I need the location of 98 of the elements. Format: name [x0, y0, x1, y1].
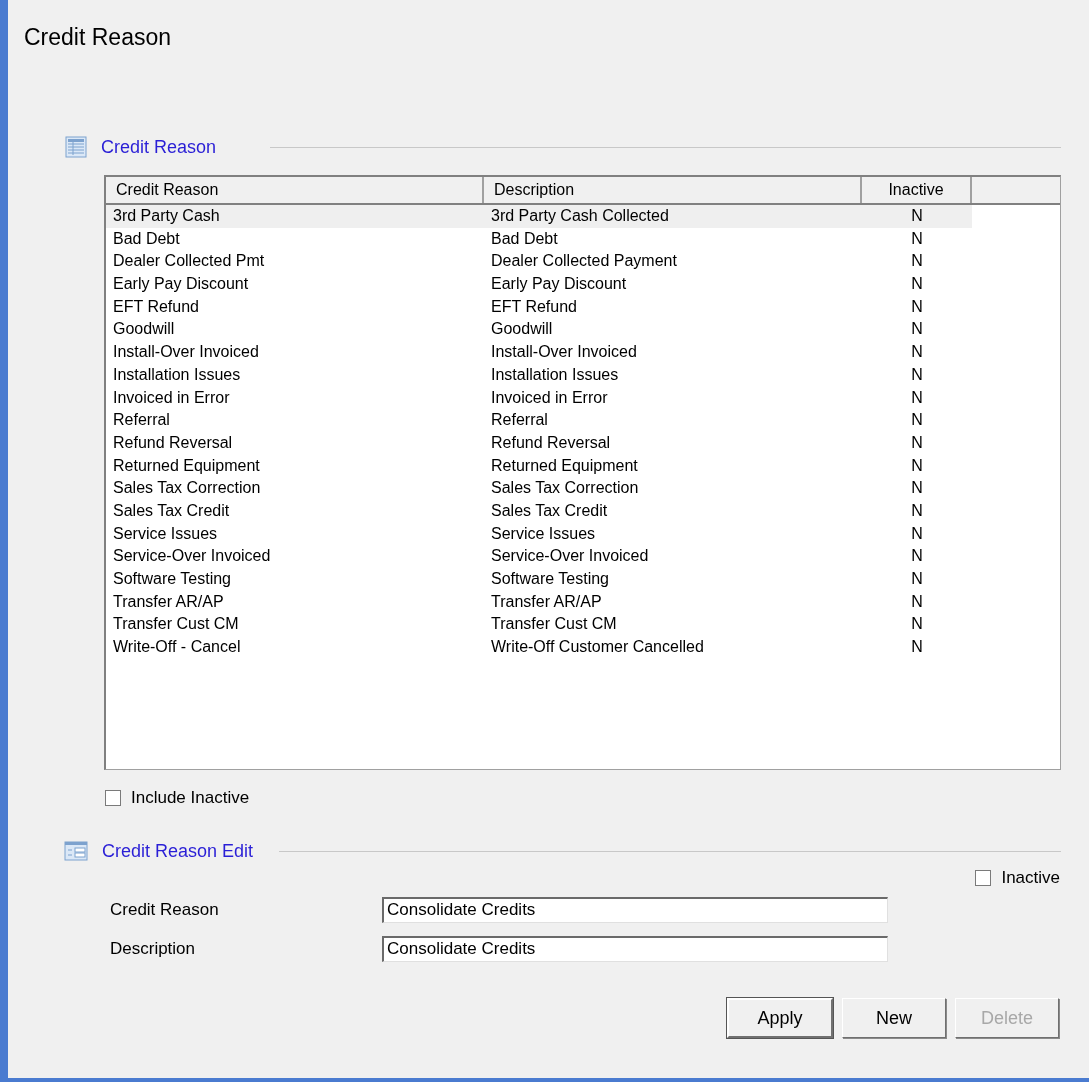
table-cell-text: N [910, 251, 924, 272]
table-cell-text: Early Pay Discount [112, 274, 250, 295]
form-icon [64, 841, 88, 861]
table-row[interactable]: Referral Referral N [106, 409, 972, 432]
table-cell-text: Sales Tax Correction [490, 478, 640, 499]
table-cell-text: Sales Tax Credit [490, 500, 609, 521]
table-cell-text: N [910, 569, 924, 589]
table-cell-text: Transfer Cust CM [490, 614, 618, 635]
table-cell-text: Sales Tax Credit [112, 500, 231, 521]
table-cell-text: N [910, 410, 924, 431]
table-cell-text: Returned Equipment [112, 455, 261, 476]
table-cell-text: Service Issues [490, 523, 597, 544]
table-cell-text: N [910, 387, 924, 408]
table-row[interactable]: EFT Refund EFT Refund N [106, 295, 972, 319]
table-cell-text: N [910, 500, 924, 521]
table-cell-text: Installation Issues [112, 364, 242, 385]
table-cell-text: N [910, 637, 924, 658]
input-field[interactable]: Consolidate Credits [382, 896, 888, 923]
table-cell-text: N [910, 614, 924, 635]
table-row[interactable]: Install-Over Invoiced Install-Over Invoiced N [106, 341, 972, 364]
table-cell-text: Bad Debt [490, 228, 559, 249]
table-row[interactable]: Installation Issues Installation Issues N [106, 363, 972, 387]
input-field[interactable]: Consolidate Credits [382, 935, 888, 962]
table-cell-text: Dealer Collected Pmt [112, 251, 266, 272]
table-row[interactable]: Sales Tax Credit Sales Tax Credit N [106, 499, 972, 523]
table-cell-text: Service-Over Invoiced [112, 546, 272, 567]
table-cell-text: Software Testing [490, 569, 610, 589]
table-row[interactable]: Invoiced in Error Invoiced in Error N [106, 386, 972, 410]
table-row[interactable]: Goodwill Goodwill N [106, 318, 972, 342]
table-cell-text: Service Issues [112, 523, 219, 544]
table-cell-text: N [910, 228, 924, 249]
table-cell-text: N [910, 342, 924, 363]
column-header[interactable]: Credit Reason [106, 177, 484, 203]
table-cell-text: EFT Refund [490, 296, 578, 317]
window-title: Credit Reason [24, 24, 173, 52]
section-title: Credit Reason Edit [102, 840, 254, 862]
table-icon [65, 136, 87, 158]
table-cell-text: N [910, 319, 924, 340]
table-cell-text: N [910, 523, 924, 544]
table-cell-text: Bad Debt [112, 228, 181, 249]
table-cell-text: Write-Off - Cancel [112, 637, 242, 658]
table-cell-text: Returned Equipment [490, 455, 639, 476]
table-row[interactable]: Transfer Cust CM Transfer Cust CM N [106, 613, 972, 637]
field-label: Description [109, 938, 197, 959]
table-row[interactable]: Early Pay Discount Early Pay Discount N [106, 273, 972, 296]
table-row[interactable]: Bad Debt Bad Debt N [106, 227, 972, 251]
table-cell-text: Service-Over Invoiced [490, 546, 650, 567]
action-button[interactable]: Apply [727, 998, 833, 1038]
table-cell-text: Refund Reversal [490, 432, 612, 453]
table-cell-text: Refund Reversal [112, 432, 234, 453]
table-cell-text: N [910, 364, 924, 385]
table-cell-text: Referral [490, 410, 549, 431]
table-cell-text: Invoiced in Error [490, 387, 609, 408]
field-label: Credit Reason [109, 899, 220, 920]
table-cell-text: EFT Refund [112, 296, 200, 317]
table-cell-text: Dealer Collected Payment [490, 251, 678, 272]
table-cell-text: Installation Issues [490, 364, 620, 385]
table-cell-text: N [910, 478, 924, 499]
table-row[interactable]: Software Testing Software Testing N [106, 568, 972, 591]
column-header[interactable]: Inactive [862, 177, 972, 203]
table-row[interactable]: Returned Equipment Returned Equipment N [106, 454, 972, 478]
table-cell-text: Software Testing [112, 569, 232, 589]
column-header[interactable]: Description [484, 177, 862, 203]
table-cell-text: Goodwill [490, 319, 554, 340]
table-cell-text: Sales Tax Correction [112, 478, 262, 499]
table-cell-text: N [910, 455, 924, 476]
table-row[interactable]: Write-Off - Cancel Write-Off Customer Cancelled N [106, 636, 972, 659]
table-cell-text: N [910, 432, 924, 453]
table-cell-text: Goodwill [112, 319, 176, 340]
table-cell-text: Early Pay Discount [490, 274, 628, 295]
table-row[interactable]: Sales Tax Correction Sales Tax Correction N [106, 477, 972, 500]
table-cell-text: Install-Over Invoiced [112, 342, 260, 363]
inactive-label: Inactive [1001, 868, 1060, 888]
table-row[interactable]: 3rd Party Cash 3rd Party Cash Collected N [106, 205, 972, 228]
table-cell-text: Transfer AR/AP [490, 591, 603, 612]
table-cell-text: Invoiced in Error [112, 387, 231, 408]
table-cell-text: N [910, 296, 924, 317]
table-cell-text: 3rd Party Cash [112, 206, 221, 226]
table-cell-text: N [910, 591, 924, 612]
table-cell-text: 3rd Party Cash Collected [490, 206, 670, 226]
checkbox[interactable] [975, 870, 992, 886]
table-row[interactable]: Refund Reversal Refund Reversal N [106, 431, 972, 455]
table-cell-text: Transfer Cust CM [112, 614, 240, 635]
table-cell-text: N [910, 546, 924, 567]
table-cell-text: Install-Over Invoiced [490, 342, 638, 363]
table-cell-text: Write-Off Customer Cancelled [490, 637, 705, 658]
action-button[interactable]: New [842, 998, 946, 1038]
table-cell-text: N [910, 206, 924, 226]
table-row[interactable]: Service Issues Service Issues N [106, 522, 972, 546]
checkbox[interactable] [105, 790, 121, 806]
table-cell-text: Transfer AR/AP [112, 591, 225, 612]
table-cell-text: N [910, 274, 924, 295]
table-row[interactable]: Service-Over Invoiced Service-Over Invoiced N [106, 545, 972, 568]
table-cell-text: Referral [112, 410, 171, 431]
include-inactive-label: Include Inactive [131, 788, 250, 808]
table-row[interactable]: Transfer AR/AP Transfer AR/AP N [106, 590, 972, 614]
table-row[interactable]: Dealer Collected Pmt Dealer Collected Payment N [106, 250, 972, 274]
section-title: Credit Reason [101, 136, 217, 158]
